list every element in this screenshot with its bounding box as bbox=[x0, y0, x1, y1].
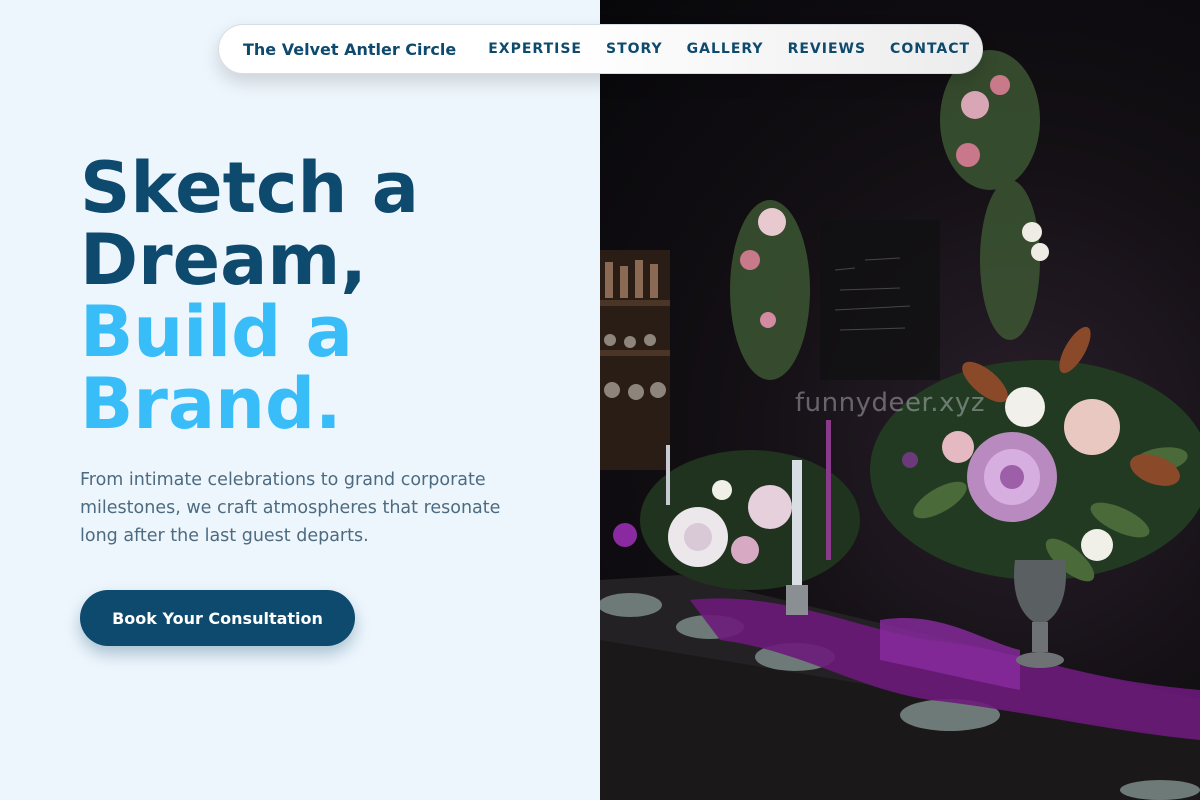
nav-link-expertise[interactable]: EXPERTISE bbox=[488, 41, 582, 57]
hero-line-1: Sketch a bbox=[80, 147, 419, 229]
nav-link-reviews[interactable]: REVIEWS bbox=[788, 41, 866, 57]
brand-logo-text[interactable]: The Velvet Antler Circle bbox=[243, 40, 456, 59]
top-navbar: The Velvet Antler Circle EXPERTISE STORY… bbox=[218, 24, 983, 74]
hero-line-3: Build a bbox=[80, 291, 353, 373]
nav-link-contact[interactable]: CONTACT bbox=[890, 41, 970, 57]
nav-links: EXPERTISE STORY GALLERY REVIEWS CONTACT bbox=[488, 41, 970, 57]
watermark-text: funnydeer.xyz bbox=[795, 388, 985, 418]
book-consultation-button[interactable]: Book Your Consultation bbox=[80, 590, 355, 646]
hero-photo: funnydeer.xyz bbox=[600, 0, 1200, 800]
hero-headline: Sketch a Dream, Build a Brand. bbox=[80, 152, 580, 440]
hero-subtitle: From intimate celebrations to grand corp… bbox=[80, 470, 501, 546]
hero-line-2: Dream, bbox=[80, 219, 367, 301]
nav-link-gallery[interactable]: GALLERY bbox=[687, 41, 764, 57]
hero-line-4: Brand. bbox=[80, 363, 342, 445]
nav-link-story[interactable]: STORY bbox=[606, 41, 663, 57]
